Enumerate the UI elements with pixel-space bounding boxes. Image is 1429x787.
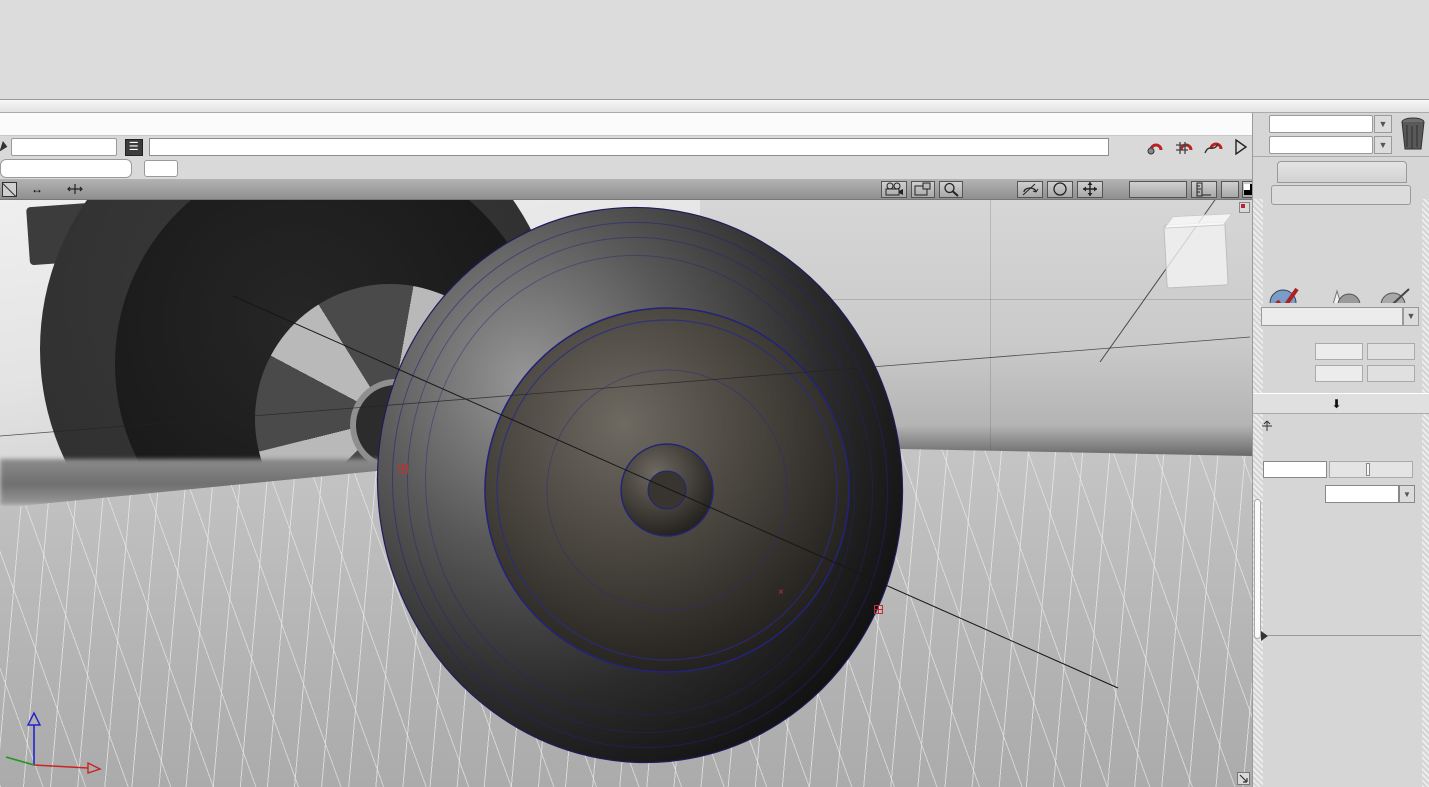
show-button[interactable] [1129, 181, 1187, 198]
panel-scrollbar-left[interactable] [1253, 199, 1263, 787]
shelf-separator [0, 100, 1429, 113]
spans-row [1253, 365, 1429, 385]
picked-objects-bar [1261, 307, 1403, 326]
panel-icon-row [1267, 209, 1427, 279]
shelf-select-arrow[interactable]: ▼ [1374, 115, 1392, 133]
shelf-select-dropdown[interactable] [1269, 115, 1373, 133]
cv-marker-1 [399, 464, 408, 473]
quality-section-header[interactable]: ⬇ [1253, 393, 1429, 414]
tolerance-field[interactable] [1263, 461, 1327, 478]
shading-icon [1261, 420, 1273, 432]
shelf-options-dropdown[interactable] [1269, 136, 1373, 154]
tolerance-slider[interactable] [1329, 461, 1413, 478]
panel-icon-row-clipped [1267, 281, 1427, 303]
tumble-icon[interactable] [1017, 181, 1043, 198]
quality-collapse-icon: ⬇ [1331, 397, 1341, 411]
tool-shelf [0, 0, 1429, 100]
shade-toggle-icon[interactable] [1242, 181, 1252, 198]
menu-shortcuts-button[interactable] [1271, 185, 1411, 205]
detail-level-button[interactable] [1221, 181, 1239, 198]
camera-lock-icon[interactable] [911, 181, 935, 198]
picked-objects-arrow[interactable]: ▼ [1403, 307, 1419, 326]
pan-icon[interactable] [1077, 181, 1103, 198]
movie-camera-icon[interactable] [881, 181, 907, 198]
menu-bar [0, 113, 1252, 136]
prompt-input[interactable] [149, 138, 1110, 156]
snap-to-point-icon[interactable] [1145, 138, 1167, 156]
tolerance-slider-thumb[interactable] [1366, 463, 1370, 476]
snap-to-grid-icon[interactable] [1173, 138, 1195, 156]
grid-size-icon [67, 183, 83, 195]
viewport-title-bar[interactable]: ↔ [0, 179, 1252, 200]
layer-category-button[interactable] [0, 159, 132, 178]
viewport-resize-handle[interactable] [1237, 772, 1250, 785]
tessellator-dropdown[interactable] [1325, 485, 1399, 503]
unit-arrows-icon: ↔ [31, 182, 43, 196]
degree-field-2[interactable] [1367, 343, 1415, 360]
panel-divider[interactable] [1261, 635, 1421, 636]
pick-mode-select[interactable] [11, 138, 117, 156]
cursor-icon [0, 141, 10, 154]
degree-field-1[interactable] [1315, 343, 1363, 360]
construction-lines [0, 179, 1252, 787]
pick-check-icon[interactable] [1267, 281, 1307, 303]
shelf-options-arrow[interactable]: ▼ [1374, 136, 1392, 154]
spans-field-2[interactable] [1367, 365, 1415, 382]
axis-triad [6, 707, 116, 779]
viewport-corner-widget[interactable] [1239, 202, 1250, 213]
shading-section-header[interactable] [1261, 419, 1421, 437]
prompt-list-icon[interactable]: ☰ [125, 139, 143, 156]
layer-bar [0, 158, 1252, 179]
shelf-tab-row [0, 0, 1429, 22]
trash-icon[interactable] [1399, 116, 1427, 152]
right-panel: ▼ ▼ ▼ [1252, 113, 1429, 787]
perspective-viewport[interactable]: × ↔ [0, 179, 1252, 787]
degree-row [1253, 343, 1429, 363]
zoom-lens-icon[interactable] [939, 181, 963, 198]
cv-marker-2 [874, 605, 883, 614]
viewport-menu-icon[interactable] [2, 182, 17, 197]
layer-nav-buttons[interactable] [144, 160, 178, 177]
ruler-icon[interactable] [1191, 181, 1217, 198]
cone-sphere-icon[interactable] [1321, 281, 1361, 303]
cv-marker-x: × [778, 587, 784, 598]
shelf-selector-section: ▼ ▼ [1253, 113, 1429, 157]
shelf-tab-learning[interactable] [1277, 161, 1407, 183]
prompt-row: ☰ [0, 136, 1252, 158]
look-at-icon[interactable] [1047, 181, 1073, 198]
prompt-next-icon[interactable] [1230, 138, 1252, 156]
sphere-line-icon[interactable] [1375, 281, 1415, 303]
alias-application-window: ☰ [0, 0, 1429, 787]
view-cube[interactable] [1163, 221, 1228, 288]
snap-to-curve-icon[interactable] [1202, 138, 1224, 156]
spans-field-1[interactable] [1315, 365, 1363, 382]
tessellator-arrow[interactable]: ▼ [1399, 485, 1415, 503]
construction-history-icon[interactable] [1116, 138, 1138, 156]
